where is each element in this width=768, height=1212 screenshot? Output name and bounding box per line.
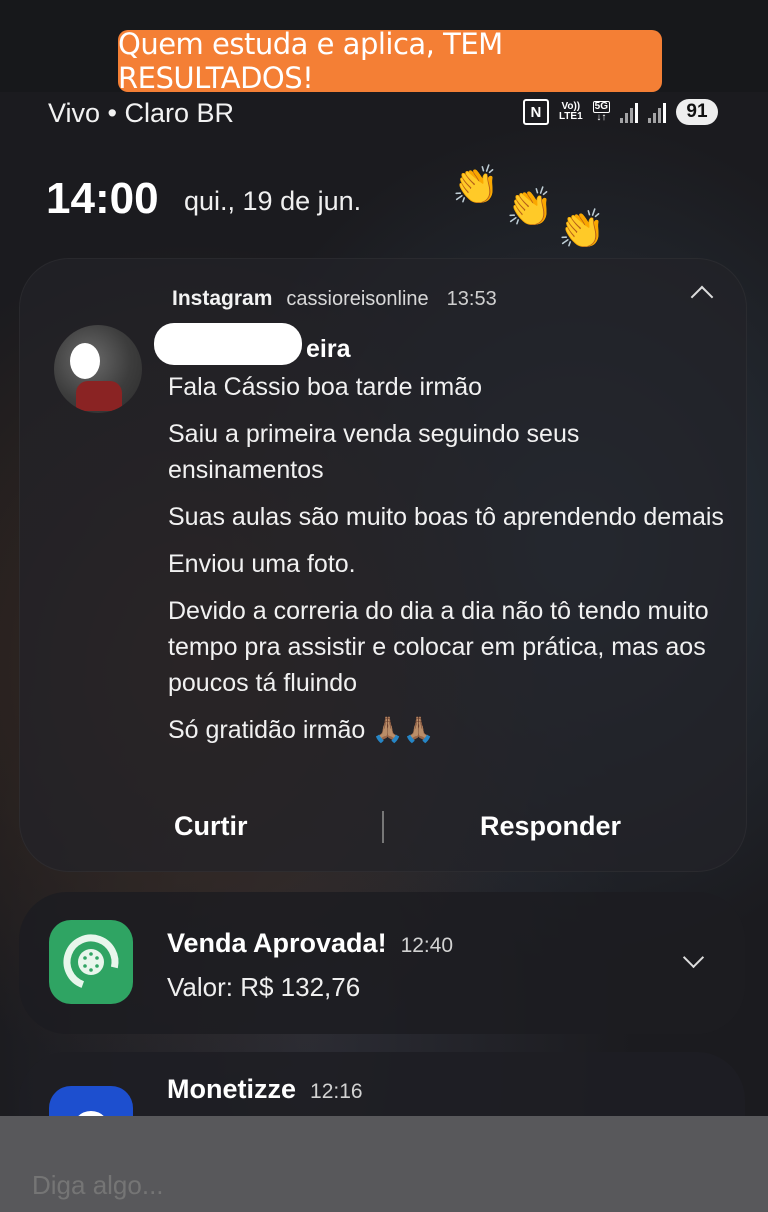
app-name: Instagram [172, 287, 273, 310]
battery-indicator: 91 [676, 99, 718, 125]
notification-time: 13:53 [446, 288, 497, 310]
volte-icon: Vo)) LTE1 [558, 101, 583, 122]
clapping-hands-icon: 👏 [506, 187, 554, 229]
expand-chevron-icon[interactable] [682, 946, 705, 969]
carrier-label: Vivo • Claro BR [48, 98, 235, 128]
redaction-mark [154, 323, 302, 365]
network-5g-icon: 5G ↓↑ [592, 101, 610, 123]
message-list: Fala Cássio boa tarde irmão Saiu a prime… [168, 369, 728, 759]
caption-banner: Quem estuda e aplica, TEM RESULTADOS! [118, 27, 662, 95]
account-name: cassioreisonline [286, 288, 429, 310]
avatar [54, 325, 142, 413]
sale-notification[interactable]: Venda Aprovada! 12:40 Valor: R$ 132,76 [19, 892, 745, 1034]
message-line: Enviou uma foto. [168, 550, 356, 578]
message-line: Suas aulas são muito boas tô aprendendo … [168, 503, 724, 531]
action-divider [382, 811, 384, 843]
instagram-notification[interactable]: Instagram cassioreisonline 13:53 eira Fa… [19, 258, 747, 872]
lockscreen-time: 14:00 [46, 174, 159, 223]
sale-title-row: Venda Aprovada! 12:40 [167, 928, 453, 959]
sale-title: Venda Aprovada! [167, 928, 387, 958]
reply-input[interactable] [32, 1170, 432, 1201]
reply-button[interactable]: Responder [480, 811, 621, 842]
sale-time: 12:40 [400, 934, 454, 957]
redaction-blob [70, 343, 100, 379]
lockscreen-date: qui., 19 de jun. [184, 186, 362, 216]
sender-name: eira [306, 335, 351, 363]
sale-value: Valor: R$ 132,76 [167, 972, 361, 1002]
message-line: Fala Cássio boa tarde irmão [168, 373, 483, 401]
nfc-icon: N [522, 99, 549, 125]
status-icons: N Vo)) LTE1 5G ↓↑ 91 [522, 99, 718, 125]
monetizze-title-row: Monetizze 12:16 [167, 1074, 363, 1105]
clapping-hands-icon: 👏 [558, 209, 606, 251]
kiwify-icon [49, 920, 133, 1004]
monetizze-title: Monetizze [167, 1074, 297, 1104]
collapse-chevron-icon[interactable] [690, 285, 714, 309]
clapping-hands-icon: 👏 [452, 165, 500, 207]
signal-bars-2-icon [648, 101, 666, 123]
message-line: Saiu a primeira venda seguindo seus ensi… [168, 420, 580, 484]
notification-header: Instagram cassioreisonline 13:53 [172, 287, 497, 311]
message-line: Devido a correria do dia a dia não tô te… [168, 597, 709, 697]
monetizze-time: 12:16 [310, 1080, 363, 1103]
message-line: Só gratidão irmão 🙏🏽🙏🏽 [168, 716, 435, 744]
like-button[interactable]: Curtir [174, 811, 248, 842]
signal-bars-1-icon [620, 101, 638, 123]
